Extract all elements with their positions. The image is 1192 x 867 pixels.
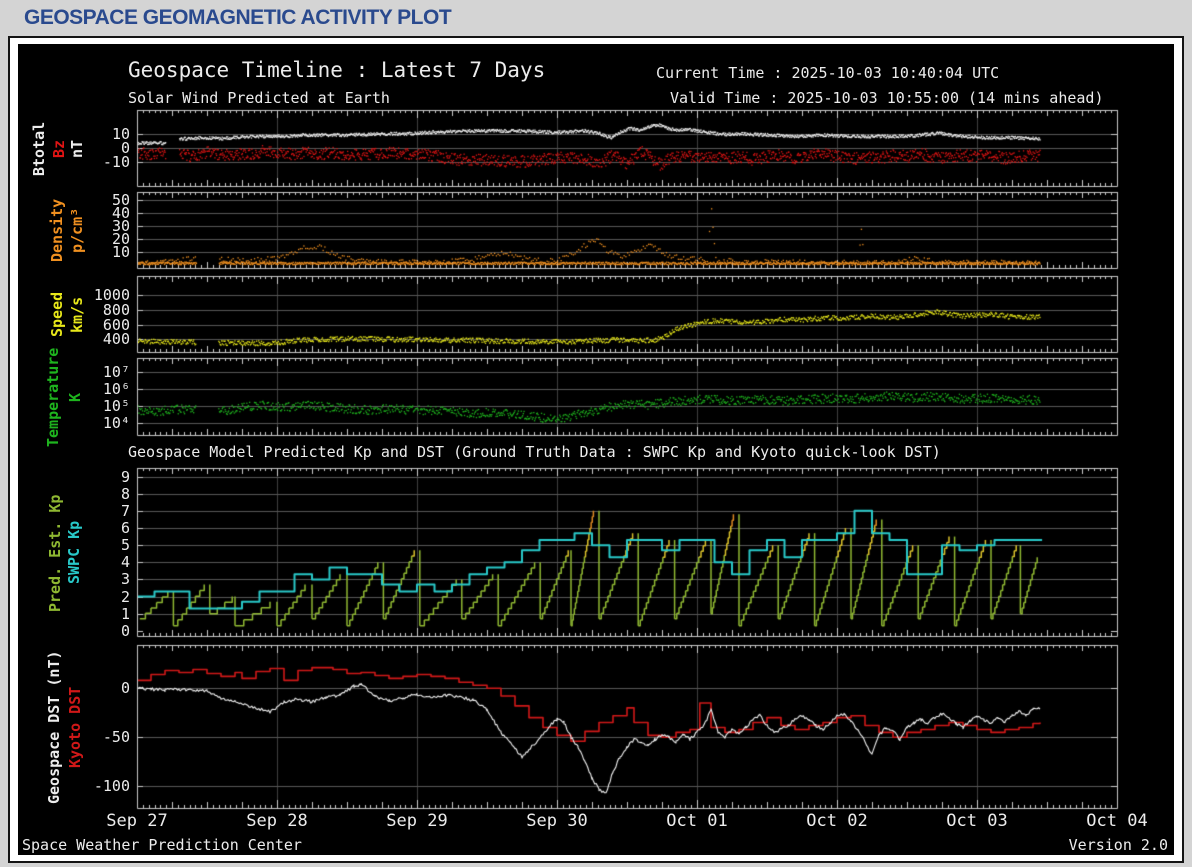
plot-area: Geospace Timeline : Latest 7 Days Curren… [18,44,1174,855]
plot-frame: Geospace Timeline : Latest 7 Days Curren… [8,36,1184,863]
kp-dst-section-title: Geospace Model Predicted Kp and DST (Gro… [128,443,941,461]
plot-subtitle: Solar Wind Predicted at Earth [128,89,390,107]
valid-time-label: Valid Time : 2025-10-03 10:55:00 (14 min… [670,89,1104,107]
current-time-label: Current Time : 2025-10-03 10:40:04 UTC [656,64,1000,82]
plot-title: Geospace Timeline : Latest 7 Days [128,58,546,82]
footer-credit: Space Weather Prediction Center [22,836,302,854]
footer-version: Version 2.0 [1068,836,1168,854]
page-title: GEOSPACE GEOMAGNETIC ACTIVITY PLOT [24,6,452,29]
